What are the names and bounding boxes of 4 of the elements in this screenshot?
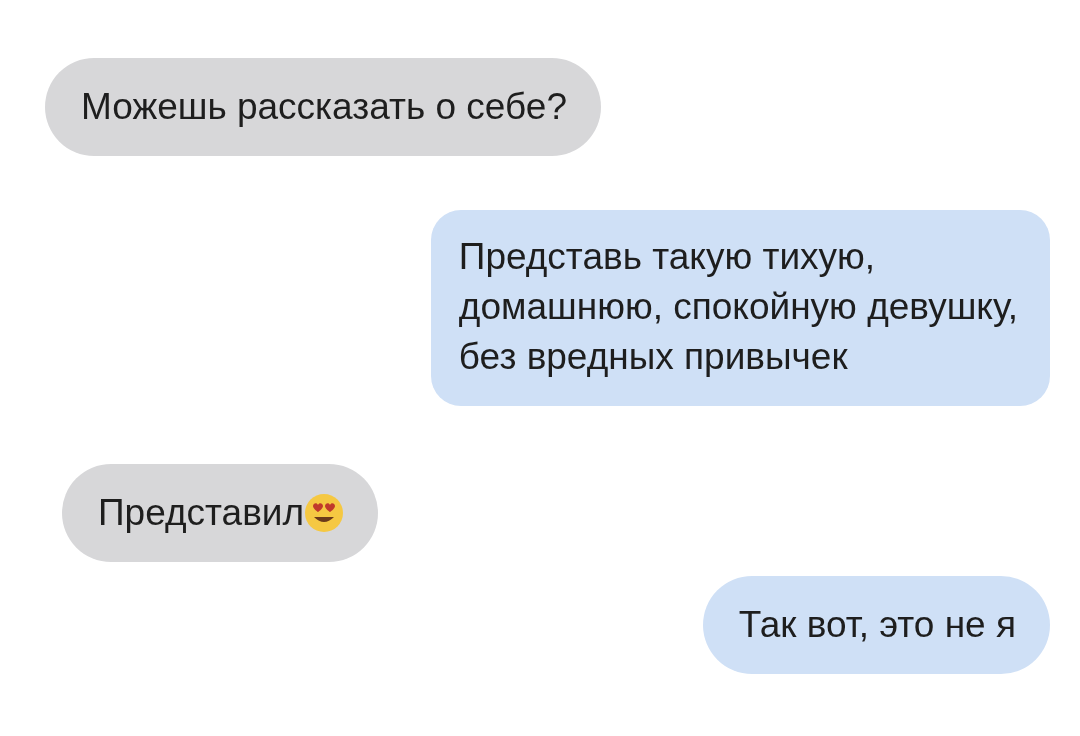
- received-message: Можешь рассказать о себе?: [45, 58, 601, 156]
- received-message: Представил: [62, 464, 379, 562]
- sent-message: Так вот, это не я: [702, 576, 1050, 674]
- sent-message: Представь такую тихую, домашнюю, спокойную девушку, без вредных привычек: [430, 210, 1050, 406]
